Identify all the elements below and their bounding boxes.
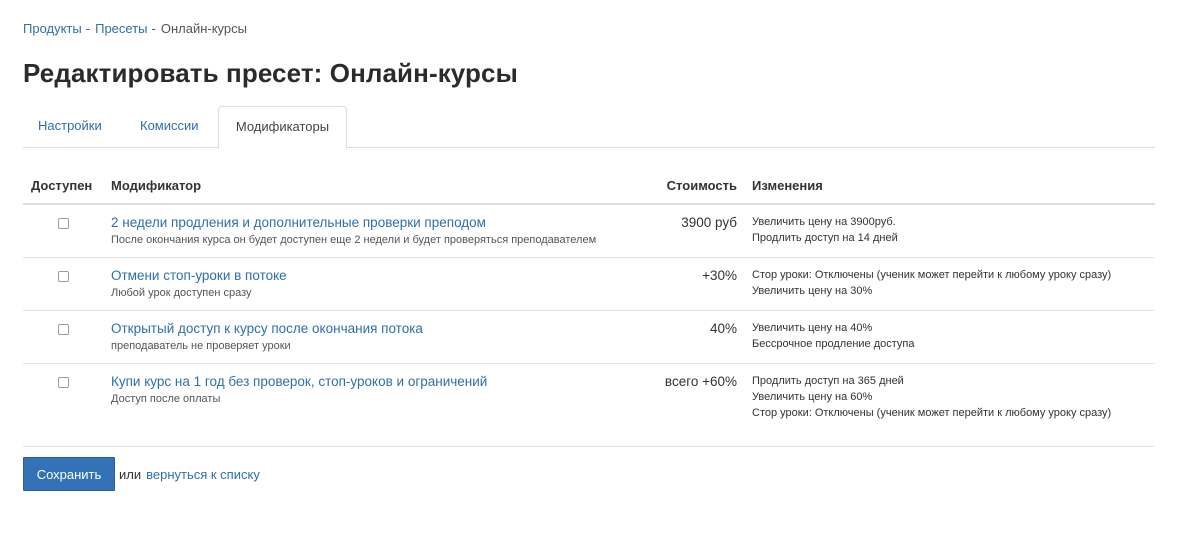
modifiers-table: Доступен Модификатор Стоимость Изменения… <box>23 170 1155 424</box>
header-changes: Изменения <box>752 178 823 193</box>
breadcrumb-link-products[interactable]: Продукты <box>23 20 82 37</box>
modifier-cell: 2 недели продления и дополнительные пров… <box>111 214 596 247</box>
available-checkbox[interactable] <box>58 218 69 229</box>
header-cost: Стоимость <box>666 178 737 193</box>
change-item: Бессрочное продление доступа <box>752 338 915 350</box>
cost-value: 40% <box>709 321 737 336</box>
cost-value: 3900 руб <box>681 215 737 230</box>
changes-cell: Продлить доступ на 365 дней Увеличить це… <box>752 373 1111 421</box>
form-actions: Сохранить или вернуться к списку <box>23 457 260 491</box>
table-row: Купи курс на 1 год без проверок, стоп-ур… <box>23 364 1155 424</box>
modifier-cell: Отмени стоп-уроки в потоке Любой урок до… <box>111 267 287 300</box>
modifier-description: Любой урок доступен сразу <box>111 287 252 299</box>
save-button[interactable]: Сохранить <box>23 457 115 491</box>
tab-modifiers[interactable]: Модификаторы <box>218 106 347 149</box>
change-item: Стор уроки: Отключены (ученик может пере… <box>752 269 1112 281</box>
available-checkbox[interactable] <box>58 324 69 335</box>
table-header: Доступен Модификатор Стоимость Изменения <box>23 170 1155 205</box>
modifier-link[interactable]: Открытый доступ к курсу после окончания … <box>111 320 423 337</box>
modifier-description: преподаватель не проверяет уроки <box>111 340 291 352</box>
change-item: Увеличить цену на 40% <box>752 322 873 334</box>
change-item: Продлить доступ на 365 дней <box>752 375 904 387</box>
breadcrumb-link-presets[interactable]: Пресеты <box>95 20 147 37</box>
modifier-cell: Купи курс на 1 год без проверок, стоп-ур… <box>111 373 487 406</box>
change-item: Стор уроки: Отключены (ученик может пере… <box>752 407 1112 419</box>
modifier-link[interactable]: Купи курс на 1 год без проверок, стоп-ур… <box>111 373 487 390</box>
table-row: Отмени стоп-уроки в потоке Любой урок до… <box>23 258 1155 311</box>
modifier-description: Доступ после оплаты <box>111 393 221 405</box>
modifier-description: После окончания курса он будет доступен … <box>111 234 597 246</box>
change-item: Продлить доступ на 14 дней <box>752 232 898 244</box>
breadcrumb: Продукты - Пресеты - Онлайн-курсы <box>23 20 247 37</box>
header-modifier: Модификатор <box>111 178 202 193</box>
header-available: Доступен <box>31 178 93 193</box>
modifier-link[interactable]: 2 недели продления и дополнительные пров… <box>111 214 596 231</box>
cost-value: +30% <box>702 268 737 283</box>
back-to-list-link[interactable]: вернуться к списку <box>146 467 260 482</box>
change-item: Увеличить цену на 30% <box>752 285 873 297</box>
form-divider <box>23 446 1155 447</box>
breadcrumb-current: Онлайн-курсы <box>160 21 247 36</box>
change-item: Увеличить цену на 3900руб. <box>752 216 896 228</box>
page-title: Редактировать пресет: Онлайн-курсы <box>23 58 518 88</box>
available-checkbox[interactable] <box>58 271 69 282</box>
breadcrumb-separator: - <box>151 21 156 36</box>
modifier-link[interactable]: Отмени стоп-уроки в потоке <box>111 267 287 284</box>
table-row: 2 недели продления и дополнительные пров… <box>23 205 1155 258</box>
tab-bar: Настройки Комиссии Модификаторы <box>23 106 1155 149</box>
changes-cell: Увеличить цену на 40% Бессрочное продлен… <box>752 320 915 352</box>
breadcrumb-separator: - <box>85 21 91 36</box>
change-item: Увеличить цену на 60% <box>752 391 873 403</box>
table-row: Открытый доступ к курсу после окончания … <box>23 311 1155 364</box>
available-checkbox[interactable] <box>58 377 69 388</box>
or-text: или <box>119 466 142 482</box>
modifier-cell: Открытый доступ к курсу после окончания … <box>111 320 423 353</box>
tab-commissions[interactable]: Комиссии <box>125 106 214 148</box>
changes-cell: Увеличить цену на 3900руб. Продлить дост… <box>752 214 898 246</box>
changes-cell: Стор уроки: Отключены (ученик может пере… <box>752 267 1111 299</box>
cost-value: всего +60% <box>664 374 737 389</box>
tab-settings[interactable]: Настройки <box>23 106 117 148</box>
